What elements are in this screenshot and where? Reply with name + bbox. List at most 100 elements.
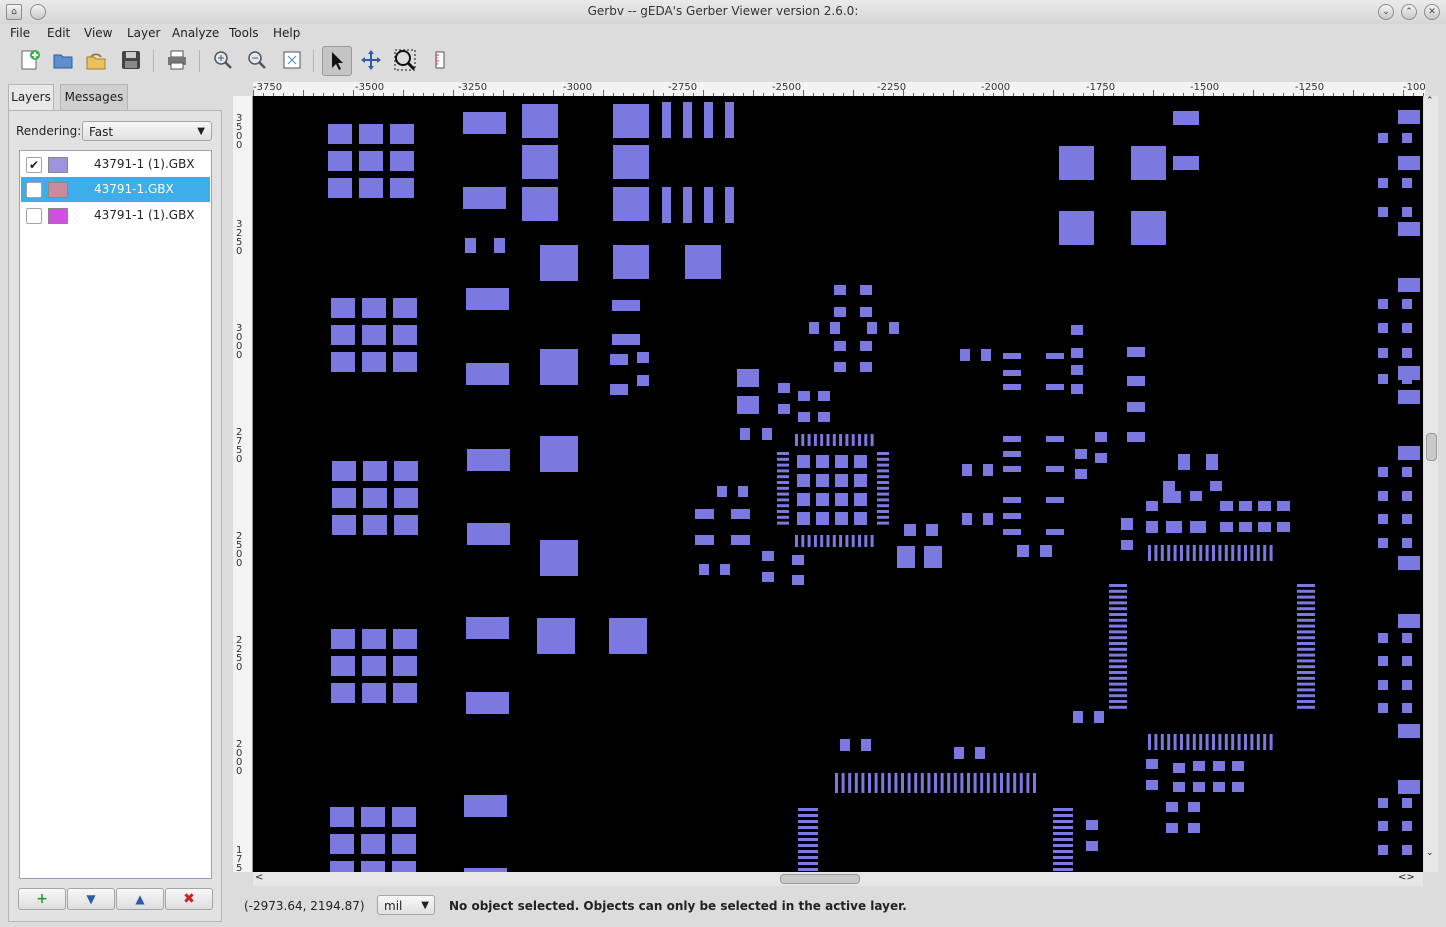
pan-tool-icon[interactable] <box>358 47 384 73</box>
pad <box>973 773 977 793</box>
pad <box>1378 798 1388 808</box>
pad <box>858 434 861 446</box>
pad <box>798 838 818 841</box>
pad <box>1297 589 1315 593</box>
menu-help[interactable]: Help <box>273 26 300 40</box>
tab-messages[interactable]: Messages <box>60 84 128 110</box>
pad <box>797 455 810 468</box>
horizontal-scrollbar[interactable]: < <> <box>253 872 1423 886</box>
pad <box>330 834 354 854</box>
scroll-left-icon[interactable]: < <box>255 872 263 883</box>
close-icon[interactable]: ✕ <box>1424 4 1440 20</box>
pad <box>777 510 789 513</box>
layer-row[interactable]: ✔ 43791-1 (1).GBX <box>21 152 210 177</box>
layer-visibility-checkbox[interactable]: ✔ <box>26 157 42 173</box>
pad <box>1297 700 1315 703</box>
layer-row[interactable]: 43791-1.GBX <box>21 177 210 202</box>
pad <box>854 773 858 793</box>
pad <box>1071 384 1083 394</box>
pad <box>738 486 748 497</box>
layer-row[interactable]: 43791-1 (1).GBX <box>21 203 210 228</box>
pad <box>1163 481 1175 491</box>
pad <box>610 384 628 395</box>
maximize-icon[interactable]: ⌃ <box>1401 4 1417 20</box>
menu-view[interactable]: View <box>84 26 112 40</box>
pad <box>1086 820 1098 830</box>
pad <box>328 124 352 144</box>
pad <box>609 618 647 654</box>
new-project-icon[interactable] <box>17 47 43 73</box>
zoom-tool-icon[interactable] <box>392 47 418 73</box>
menu-tools[interactable]: Tools <box>229 26 259 40</box>
units-select[interactable]: mil ▼ <box>377 895 435 915</box>
pad <box>1127 432 1145 442</box>
vertical-scrollbar[interactable]: ⌃ ⌄ <box>1424 96 1438 872</box>
print-icon[interactable] <box>164 47 190 73</box>
pad <box>1205 734 1209 750</box>
layer-color-swatch[interactable] <box>48 157 68 173</box>
pad <box>835 512 848 525</box>
pad <box>1071 325 1083 335</box>
menu-edit[interactable]: Edit <box>47 26 70 40</box>
pad <box>1297 676 1315 680</box>
scroll-right-icon[interactable]: <> <box>1398 872 1415 883</box>
menu-analyze[interactable]: Analyze <box>172 26 219 40</box>
pad <box>1127 376 1145 386</box>
pad <box>1297 642 1315 645</box>
pad <box>1297 618 1315 622</box>
ruler-label: -1500 <box>1190 82 1220 93</box>
layer-color-swatch[interactable] <box>48 208 68 224</box>
pad <box>870 434 874 446</box>
pad <box>940 773 944 793</box>
layer-color-swatch[interactable] <box>48 182 68 198</box>
pad <box>1046 436 1064 442</box>
layer-list: ✔ 43791-1 (1).GBX 43791-1.GBX 43791-1 (1… <box>19 150 212 879</box>
pad <box>877 469 889 473</box>
pad <box>1190 491 1202 501</box>
menu-layer[interactable]: Layer <box>127 26 160 40</box>
pad <box>466 617 509 639</box>
measure-tool-icon[interactable] <box>427 47 453 73</box>
scroll-down-icon[interactable]: ⌄ <box>1426 848 1434 858</box>
pad <box>1003 370 1021 376</box>
revert-icon[interactable] <box>83 47 109 73</box>
chevron-down-icon: ▼ <box>421 900 429 911</box>
layer-visibility-checkbox[interactable] <box>26 182 42 198</box>
open-icon[interactable] <box>50 47 76 73</box>
pad <box>1017 545 1029 557</box>
menu-file[interactable]: File <box>10 26 30 40</box>
minimize-icon[interactable]: ⌄ <box>1378 4 1394 20</box>
pad <box>860 307 872 317</box>
zoom-fit-icon[interactable] <box>279 47 305 73</box>
horizontal-scroll-thumb[interactable] <box>780 874 860 884</box>
zoom-in-icon[interactable] <box>210 47 236 73</box>
tab-layers[interactable]: Layers <box>8 84 54 110</box>
pad <box>1297 601 1315 605</box>
layer-visibility-checkbox[interactable] <box>26 208 42 224</box>
vertical-scroll-thumb[interactable] <box>1426 433 1437 461</box>
pad <box>826 535 830 547</box>
pad <box>1232 761 1244 771</box>
pad <box>1053 826 1073 829</box>
pad <box>1053 832 1073 835</box>
pad <box>1146 759 1158 769</box>
rendering-select[interactable]: Fast ▼ <box>82 121 212 141</box>
pad <box>613 245 649 279</box>
pad <box>798 808 818 811</box>
pad <box>818 391 830 401</box>
pad <box>1075 449 1087 459</box>
pad <box>362 629 386 649</box>
gerber-canvas[interactable] <box>253 96 1423 872</box>
pad <box>394 461 418 481</box>
pad <box>983 513 993 525</box>
scroll-up-icon[interactable]: ⌃ <box>1426 96 1434 106</box>
zoom-out-icon[interactable] <box>244 47 270 73</box>
pad <box>813 535 817 547</box>
pad <box>704 102 713 138</box>
save-icon[interactable] <box>118 47 144 73</box>
pad <box>1167 734 1171 750</box>
pad <box>695 509 714 519</box>
pointer-tool-icon[interactable] <box>322 46 352 76</box>
pad <box>463 187 506 209</box>
pad <box>332 515 356 535</box>
